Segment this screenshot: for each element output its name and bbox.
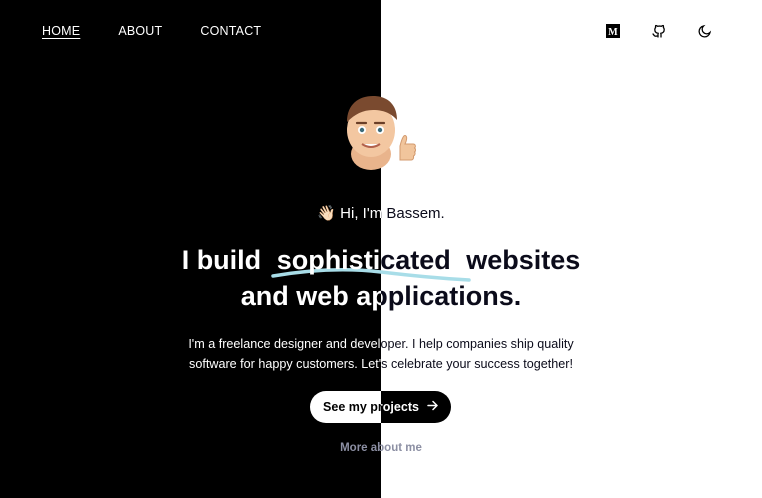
github-icon[interactable] <box>650 22 668 40</box>
main-nav-dark: HOME ABOUT CONTACT <box>42 24 261 38</box>
nav-about[interactable]: ABOUT <box>118 24 162 38</box>
nav-contact[interactable]: CONTACT <box>200 24 261 38</box>
headline-before: I build <box>181 245 262 275</box>
wave-emoji: 👋🏻 <box>317 205 336 222</box>
nav-home[interactable]: HOME <box>42 24 80 38</box>
moon-icon[interactable] <box>696 22 714 40</box>
medium-icon[interactable]: M <box>604 22 622 40</box>
headline-after: websites <box>466 245 581 275</box>
svg-text:M: M <box>608 27 618 38</box>
header-icons: M <box>604 22 714 40</box>
arrow-right-icon <box>427 400 438 414</box>
